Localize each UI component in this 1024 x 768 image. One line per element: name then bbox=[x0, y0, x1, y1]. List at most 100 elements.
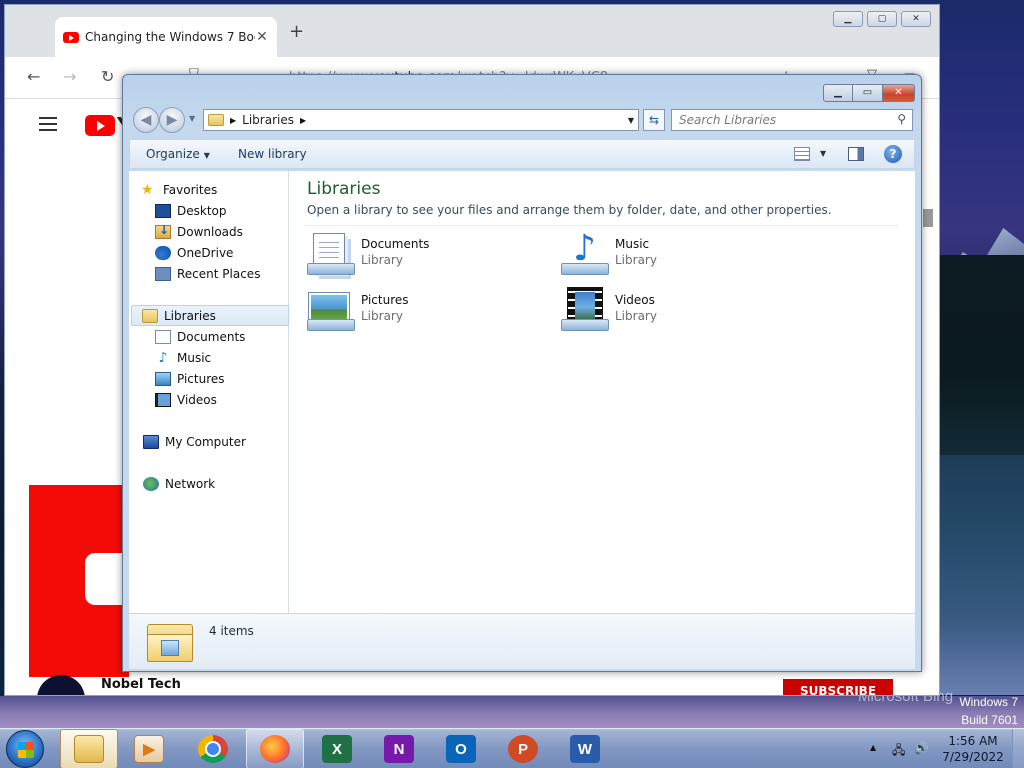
chrome-icon bbox=[198, 735, 228, 763]
clock-time: 1:56 AM bbox=[948, 734, 998, 748]
address-dropdown-icon[interactable]: ▼ bbox=[628, 116, 634, 125]
browser-maximize-button[interactable]: ▢ bbox=[867, 11, 897, 27]
downloads-folder-icon bbox=[155, 223, 171, 239]
chevron-down-icon: ▼ bbox=[203, 151, 210, 160]
media-player-icon: ▶ bbox=[134, 735, 164, 763]
film-strip-icon bbox=[155, 392, 171, 407]
search-input[interactable]: Search Libraries ⚲ bbox=[671, 109, 913, 131]
library-item-pictures[interactable]: Pictures Library bbox=[307, 287, 537, 339]
taskbar-chrome[interactable] bbox=[184, 729, 242, 768]
browser-window-controls: ▁ ▢ ✕ bbox=[833, 11, 931, 27]
nav-label: Downloads bbox=[177, 224, 243, 239]
watermark-build: Build 7601 bbox=[961, 713, 1018, 727]
network-tray-icon[interactable]: 🖧 bbox=[892, 741, 908, 757]
refresh-button[interactable]: ⇆ bbox=[643, 109, 665, 131]
view-options-chevron-icon[interactable]: ▼ bbox=[820, 149, 826, 158]
page-description: Open a library to see your files and arr… bbox=[307, 203, 832, 217]
taskbar-media-player[interactable]: ▶ bbox=[120, 729, 178, 768]
change-view-icon[interactable] bbox=[794, 147, 810, 161]
wallpaper-forest bbox=[930, 255, 1024, 455]
nav-favorites[interactable]: ★ Favorites bbox=[141, 179, 299, 200]
taskbar-firefox[interactable] bbox=[246, 729, 304, 768]
onedrive-cloud-icon bbox=[155, 245, 171, 260]
taskbar-outlook[interactable]: O bbox=[432, 729, 490, 768]
nav-label: Desktop bbox=[177, 203, 227, 218]
nav-label: OneDrive bbox=[177, 245, 234, 260]
powerpoint-icon: P bbox=[508, 735, 538, 763]
volume-icon[interactable]: 🔊 bbox=[914, 741, 930, 755]
new-tab-icon[interactable]: + bbox=[289, 21, 304, 42]
desktop-icon bbox=[155, 203, 171, 218]
new-library-button[interactable]: New library bbox=[238, 147, 307, 161]
nav-label: Music bbox=[177, 350, 212, 365]
tab-close-icon[interactable]: ✕ bbox=[255, 29, 269, 45]
reload-icon[interactable]: ↻ bbox=[101, 67, 114, 86]
breadcrumb-arrow-icon[interactable]: ▶ bbox=[300, 116, 306, 125]
taskbar-onenote[interactable]: N bbox=[370, 729, 428, 768]
address-bar[interactable]: ▶ Libraries ▶ ▼ bbox=[203, 109, 639, 131]
preview-pane-icon[interactable] bbox=[848, 147, 864, 161]
back-arrow-icon[interactable]: ← bbox=[27, 67, 40, 86]
nav-my-computer[interactable]: My Computer bbox=[143, 431, 301, 452]
network-globe-icon bbox=[143, 476, 159, 491]
subscribe-button[interactable]: SUBSCRIBE bbox=[783, 679, 893, 695]
taskbar-explorer[interactable] bbox=[60, 729, 118, 768]
taskbar-word[interactable]: W bbox=[556, 729, 614, 768]
library-type: Library bbox=[615, 309, 657, 323]
library-name: Music bbox=[615, 237, 650, 251]
navigation-pane: ★ Favorites Desktop Downloads OneDrive R… bbox=[129, 171, 289, 613]
explorer-maximize-button[interactable]: ▭ bbox=[853, 84, 883, 102]
browser-close-button[interactable]: ✕ bbox=[901, 11, 931, 27]
word-icon: W bbox=[570, 735, 600, 763]
browser-minimize-button[interactable]: ▁ bbox=[833, 11, 863, 27]
forward-button[interactable]: ▶ bbox=[159, 107, 185, 133]
recent-places-icon bbox=[155, 266, 171, 281]
pictures-library-icon bbox=[307, 287, 355, 333]
explorer-window: ▁ ▭ ✕ ◀ ▶ ▼ ▶ Libraries ▶ ▼ ⇆ Search Lib… bbox=[122, 74, 922, 672]
explorer-minimize-button[interactable]: ▁ bbox=[823, 84, 853, 102]
system-clock[interactable]: 1:56 AM 7/29/2022 bbox=[940, 733, 1006, 765]
browser-tab[interactable]: Changing the Windows 7 Boot Logo ✕ bbox=[55, 17, 277, 57]
start-button[interactable] bbox=[6, 730, 44, 768]
music-note-icon: ♪ bbox=[158, 349, 168, 366]
show-desktop-button[interactable] bbox=[1012, 729, 1024, 768]
explorer-window-controls: ▁ ▭ ✕ bbox=[823, 84, 915, 102]
taskbar-powerpoint[interactable]: P bbox=[494, 729, 552, 768]
library-item-music[interactable]: ♪ Music Library bbox=[561, 231, 791, 283]
help-icon[interactable]: ? bbox=[884, 145, 902, 163]
video-thumbnail[interactable] bbox=[29, 485, 129, 677]
page-scrollbar-thumb[interactable] bbox=[923, 209, 933, 227]
back-button[interactable]: ◀ bbox=[133, 107, 159, 133]
search-placeholder: Search Libraries bbox=[679, 113, 777, 127]
recent-pages-chevron-icon[interactable]: ▼ bbox=[189, 114, 195, 123]
nav-libraries[interactable]: Libraries bbox=[131, 305, 289, 326]
breadcrumb-libraries[interactable]: Libraries bbox=[242, 113, 294, 127]
nav-label: Recent Places bbox=[177, 266, 261, 281]
libraries-icon bbox=[142, 308, 158, 323]
youtube-menu-icon[interactable] bbox=[39, 117, 57, 131]
nav-network[interactable]: Network bbox=[143, 473, 301, 494]
taskbar: ▶ X N O P W ▲ 🖧 🔊 1:56 AM 7/29/2022 bbox=[0, 728, 1024, 768]
star-icon: ★ bbox=[141, 181, 154, 198]
computer-icon bbox=[143, 434, 159, 449]
youtube-logo-icon[interactable] bbox=[85, 115, 115, 136]
show-hidden-icons-icon[interactable]: ▲ bbox=[870, 743, 876, 752]
library-item-documents[interactable]: Documents Library bbox=[307, 231, 537, 283]
explorer-close-button[interactable]: ✕ bbox=[883, 84, 915, 102]
library-type: Library bbox=[361, 253, 403, 267]
forward-arrow-icon[interactable]: → bbox=[63, 67, 76, 86]
library-name: Videos bbox=[615, 293, 655, 307]
channel-avatar[interactable] bbox=[37, 675, 85, 695]
details-pane: 4 items bbox=[129, 613, 915, 669]
youtube-favicon-icon bbox=[63, 31, 79, 43]
channel-name[interactable]: Nobel Tech bbox=[101, 677, 181, 692]
search-icon[interactable]: ⚲ bbox=[897, 112, 906, 126]
tab-title: Changing the Windows 7 Boot Logo bbox=[85, 30, 255, 44]
library-item-videos[interactable]: Videos Library bbox=[561, 287, 791, 339]
taskbar-excel[interactable]: X bbox=[308, 729, 366, 768]
breadcrumb-arrow-icon[interactable]: ▶ bbox=[230, 116, 236, 125]
address-row: ◀ ▶ ▼ ▶ Libraries ▶ ▼ ⇆ Search Libraries… bbox=[131, 107, 915, 133]
organize-button[interactable]: Organize ▼ bbox=[146, 147, 210, 161]
nav-label: Libraries bbox=[164, 308, 216, 323]
nav-label: Network bbox=[165, 476, 216, 491]
